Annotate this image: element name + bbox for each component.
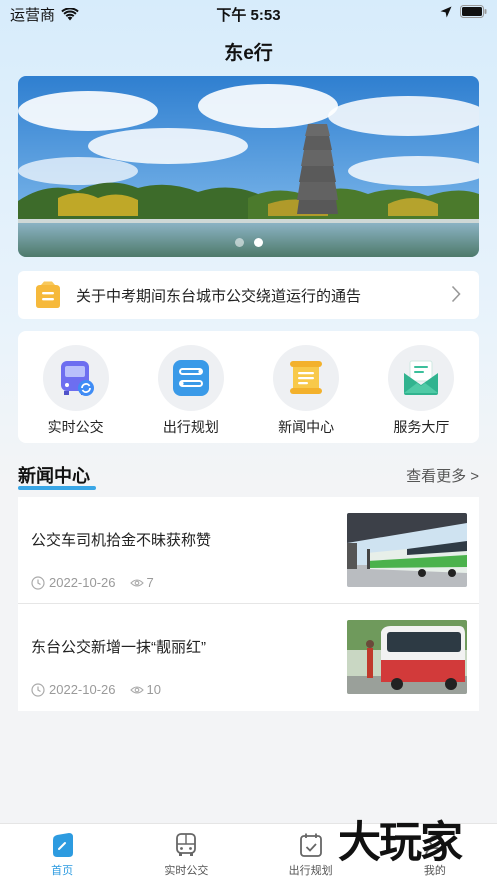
quick-icon-wrap xyxy=(157,345,224,411)
news-views: 10 xyxy=(129,682,161,697)
red-bus-image xyxy=(347,620,467,694)
news-item[interactable]: 公交车司机拾金不昧获称赞 2022-10-26 7 xyxy=(18,497,479,604)
quick-label: 新闻中心 xyxy=(278,419,335,435)
status-bar: 运营商 下午 5:53 xyxy=(0,0,497,26)
quick-label: 出行规划 xyxy=(162,419,219,435)
quick-icon-wrap xyxy=(273,345,340,411)
quick-icon-wrap xyxy=(42,345,109,411)
news-thumbnail[interactable] xyxy=(347,513,467,587)
location-arrow-icon xyxy=(440,6,452,17)
status-right xyxy=(440,5,487,18)
quick-item-realtime-bus[interactable]: 实时公交 xyxy=(18,331,133,443)
bus-icon xyxy=(60,361,94,396)
banner-image xyxy=(18,76,479,257)
chevron-right-icon[interactable] xyxy=(451,285,461,303)
carousel-dot[interactable] xyxy=(234,238,244,247)
carousel-dot-active[interactable] xyxy=(253,238,263,247)
news-view-count: 7 xyxy=(146,575,154,590)
calendar-icon xyxy=(299,833,322,857)
clock-icon xyxy=(31,575,45,590)
clock-icon xyxy=(31,682,45,697)
news-meta: 2022-10-26 10 xyxy=(31,682,161,697)
tab-realtime-bus[interactable]: 实时公交 xyxy=(124,824,248,883)
eye-icon xyxy=(129,685,144,694)
tab-label: 实时公交 xyxy=(164,865,209,877)
tab-label: 出行规划 xyxy=(288,865,333,877)
news-section-title: 新闻中心 xyxy=(18,466,90,486)
news-title[interactable]: 公交车司机拾金不昧获称赞 xyxy=(31,529,211,550)
battery-icon xyxy=(460,5,487,18)
news-section-header: 新闻中心 查看更多 > xyxy=(18,458,479,492)
page-title: 东e行 xyxy=(224,43,273,64)
clock: 下午 5:53 xyxy=(216,7,281,24)
notice-text[interactable]: 关于中考期间东台城市公交绕道运行的通告 xyxy=(76,285,361,306)
scroll-icon xyxy=(290,361,323,394)
quick-menu: 实时公交 出行规划 新闻中心 服务大厅 xyxy=(18,331,479,443)
quick-item-service-hall[interactable]: 服务大厅 xyxy=(364,331,479,443)
view-more-link[interactable]: 查看更多 > xyxy=(406,465,479,486)
news-thumbnail[interactable] xyxy=(347,620,467,694)
tab-home[interactable]: 首页 xyxy=(0,824,124,883)
quick-item-news-center[interactable]: 新闻中心 xyxy=(249,331,364,443)
notice-bar[interactable]: 关于中考期间东台城市公交绕道运行的通告 xyxy=(18,271,479,319)
envelope-icon xyxy=(404,360,439,395)
quick-icon-wrap xyxy=(388,345,455,411)
bus-icon xyxy=(176,833,197,856)
eye-icon xyxy=(129,578,144,587)
news-date: 2022-10-26 xyxy=(49,575,116,590)
home-icon xyxy=(53,833,74,857)
news-title[interactable]: 东台公交新增一抹“靓丽红” xyxy=(31,636,206,657)
quick-label: 实时公交 xyxy=(47,419,104,435)
news-views: 7 xyxy=(129,575,154,590)
news-list: 公交车司机拾金不昧获称赞 2022-10-26 7 东台公交新增一抹“靓丽红” … xyxy=(18,497,479,711)
news-date: 2022-10-26 xyxy=(49,682,116,697)
carousel-indicator xyxy=(18,238,479,247)
route-icon xyxy=(172,360,209,396)
quick-label: 服务大厅 xyxy=(393,419,450,435)
news-item[interactable]: 东台公交新增一抹“靓丽红” 2022-10-26 10 xyxy=(18,604,479,711)
notice-icon xyxy=(36,281,60,308)
watermark: 大玩家 xyxy=(338,819,463,867)
banner-carousel[interactable] xyxy=(18,76,479,257)
news-view-count: 10 xyxy=(146,682,161,697)
news-meta: 2022-10-26 7 xyxy=(31,575,154,590)
tab-label: 首页 xyxy=(51,865,74,877)
title-underline xyxy=(18,486,96,490)
quick-item-trip-planning[interactable]: 出行规划 xyxy=(133,331,248,443)
bus-depot-image xyxy=(347,513,467,587)
